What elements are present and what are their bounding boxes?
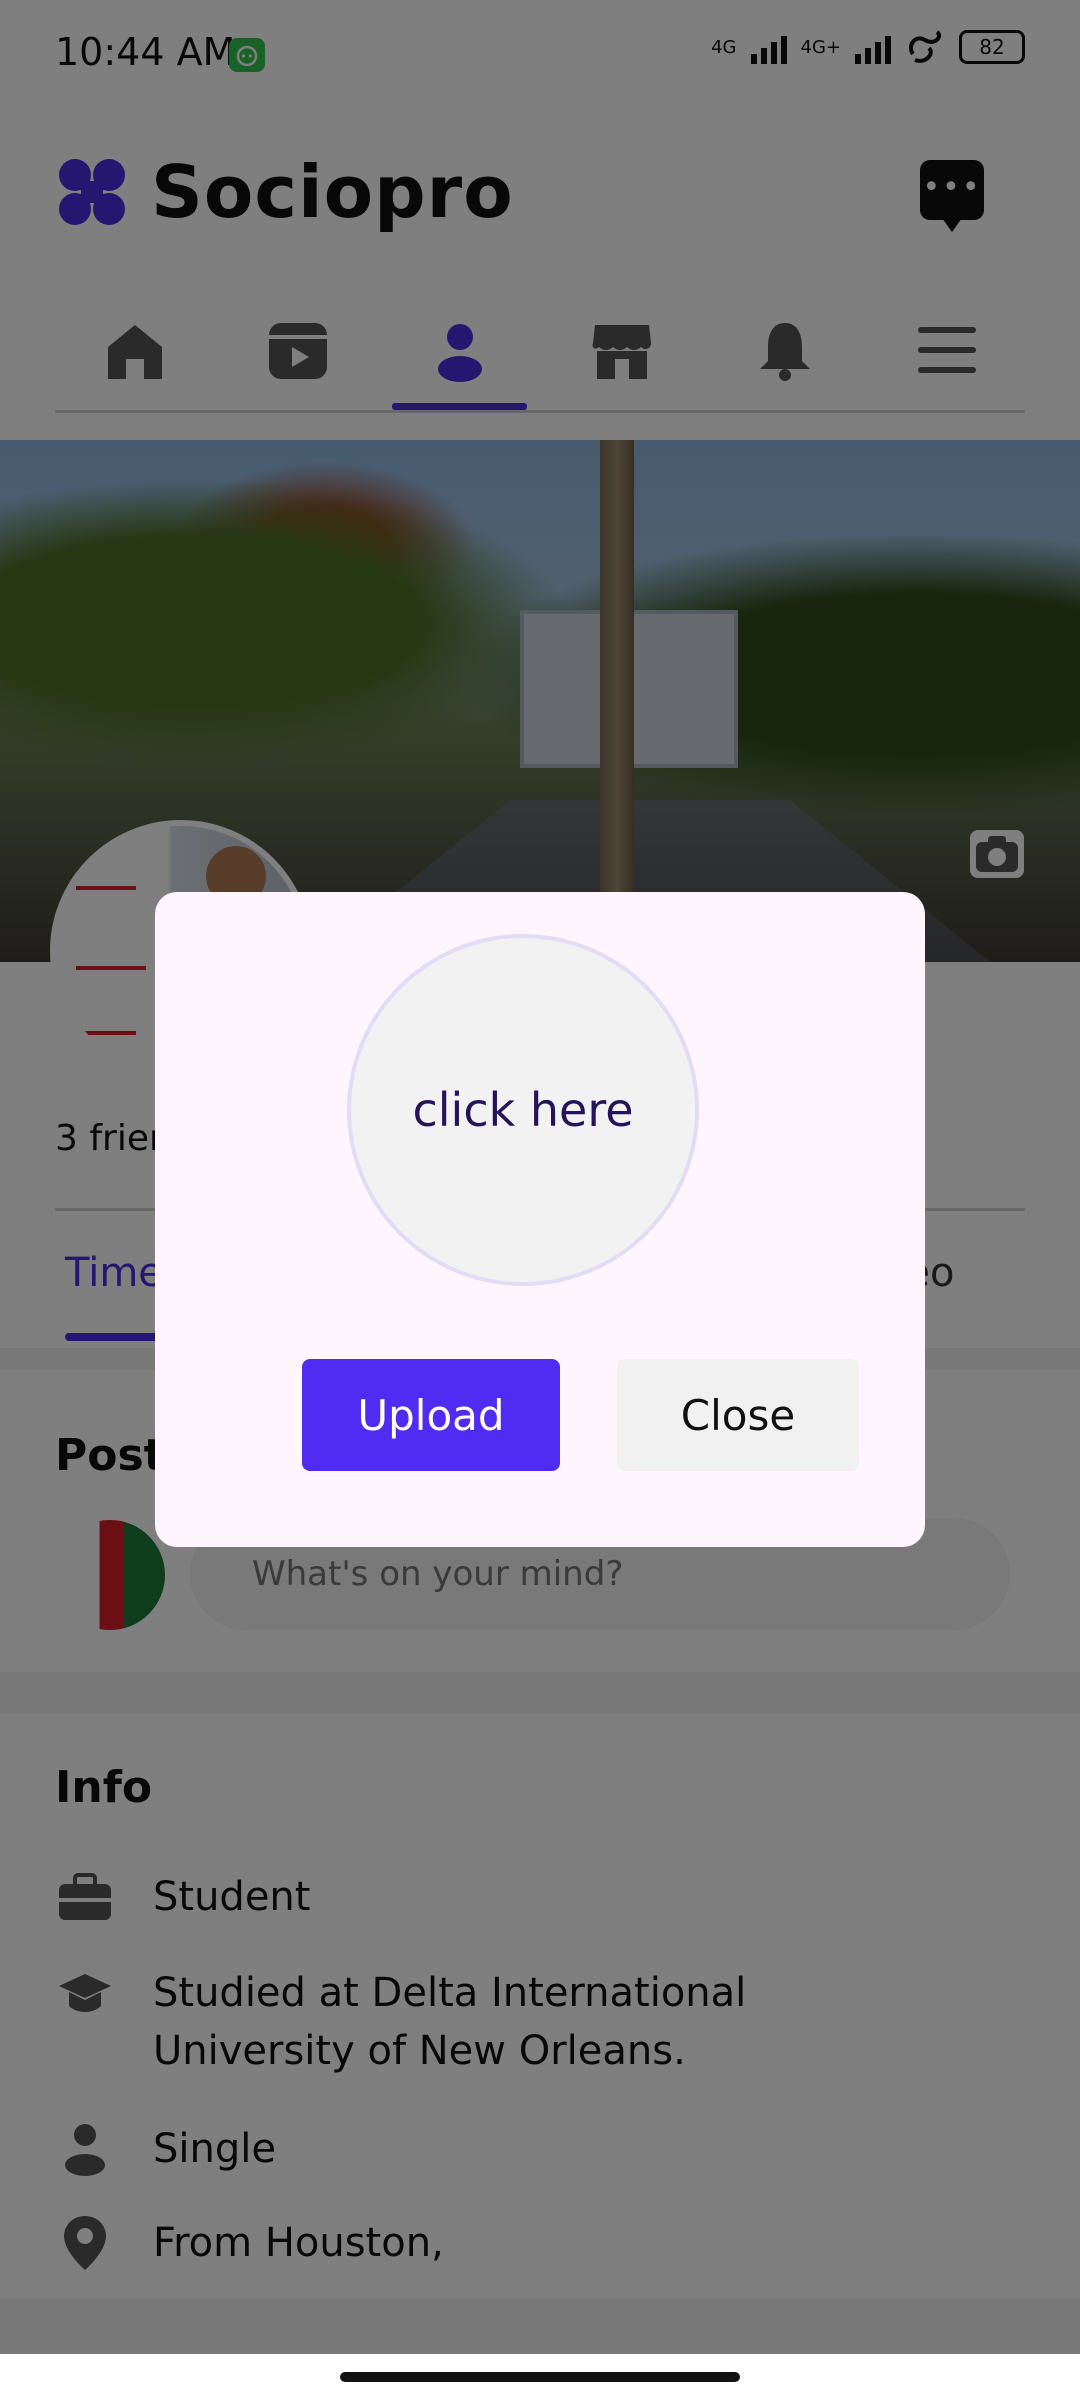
upload-photo-dialog: click here Upload Close: [155, 892, 925, 1547]
upload-button[interactable]: Upload: [302, 1359, 560, 1471]
home-indicator[interactable]: [340, 2372, 740, 2382]
close-button[interactable]: Close: [617, 1359, 859, 1471]
image-picker-circle[interactable]: click here: [347, 934, 699, 1286]
image-picker-label: click here: [412, 1083, 634, 1137]
